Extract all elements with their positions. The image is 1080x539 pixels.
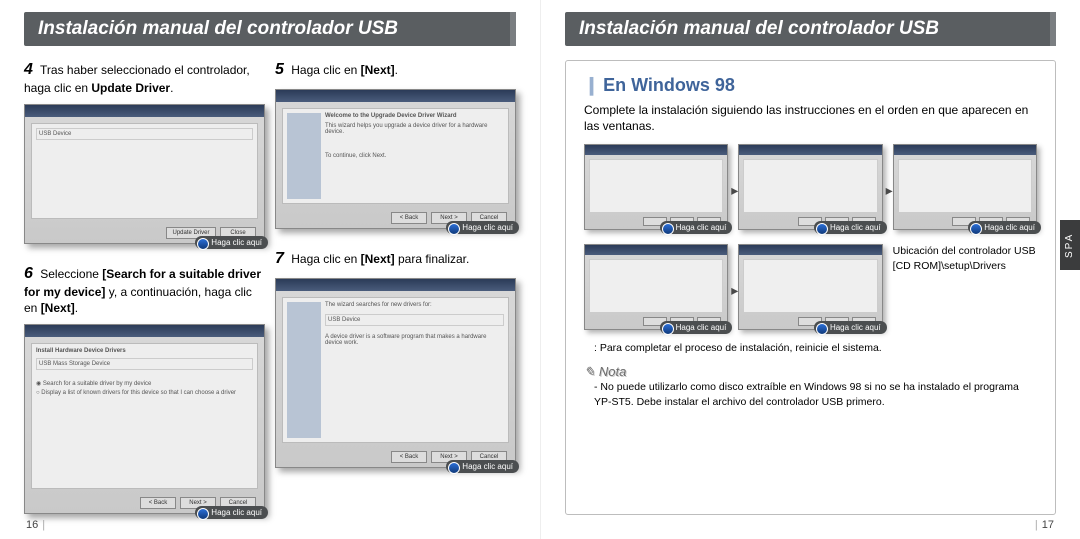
step-7-bold: [Next] [361,252,395,266]
mock6-title: Install Hardware Device Drivers [36,348,253,354]
step-5-text-c: . [395,63,398,77]
mock-window-6: Install Hardware Device Drivers USB Mass… [24,324,265,514]
mock6-titlebar [25,325,264,337]
left-title: Instalación manual del controlador USB [38,18,398,39]
left-columns: 4 Tras haber seleccionado el controlador… [24,60,516,534]
mock-window-4: USB Device Update Driver Close Haga clic… [24,104,265,244]
heading-text: En Windows 98 [603,75,735,95]
thumb-4 [584,244,728,330]
mock4-caption: Haga clic aquí [195,236,268,249]
pencil-icon: ✎ [584,364,595,379]
titlebar-cap-r [1050,12,1056,46]
mock5-title: Welcome to the Upgrade Device Driver Wiz… [325,113,504,119]
thumb-5 [738,244,882,330]
step-4-bold: Update Driver [91,81,170,95]
thumb-3 [893,144,1037,230]
step-5-num: 5 [275,61,284,78]
mock-window-5: Welcome to the Upgrade Device Driver Wiz… [275,89,516,229]
thumb-1-wrap: Haga clic aquí ▸ [584,144,728,230]
mock5-back-btn: < Back [391,212,427,224]
thumb-1-caption: Haga clic aquí [660,221,733,234]
thumb-2-caption: Haga clic aquí [814,221,887,234]
page-number-17: 17 [1042,519,1054,531]
step-7: 7 Haga clic en [Next] para finalizar. [275,249,516,270]
section-heading: ❙En Windows 98 [584,75,1037,96]
mock7-device: USB Device [325,314,504,326]
step-5: 5 Haga clic en [Next]. [275,60,516,81]
step-7-text-a: Haga clic en [291,252,360,266]
mock6-back-btn: < Back [140,497,176,509]
step-5-bold: [Next] [361,63,395,77]
step-7-num: 7 [275,250,284,267]
mock7-titlebar [276,279,515,291]
thumb-4-caption: Haga clic aquí [660,321,733,334]
page-left: Instalación manual del controlador USB 4… [0,0,540,539]
page-number-right: |17 [1031,519,1054,531]
intro-text: Complete la instalación siguiendo las in… [584,102,1037,134]
nota-label: ✎ Nota [584,364,1037,380]
step-6: 6 Seleccione [Search for a suitable driv… [24,264,265,316]
mock5-inner: Welcome to the Upgrade Device Driver Wiz… [282,108,509,204]
page-right: Instalación manual del controlador USB ❙… [540,0,1080,539]
mock7-inner: The wizard searches for new drivers for:… [282,297,509,443]
loc-line1: Ubicación del controlador USB [893,244,1037,258]
step-6-bold2: [Next] [41,301,75,315]
right-title: Instalación manual del controlador USB [579,18,939,39]
thumb-2 [738,144,882,230]
mock7-caption: Haga clic aquí [446,460,519,473]
loc-line2: [CD ROM]\setup\Drivers [893,259,1037,273]
mock6-caption: Haga clic aquí [195,506,268,519]
thumb-5-caption: Haga clic aquí [814,321,887,334]
mock5-line1: This wizard helps you upgrade a device d… [325,123,504,135]
nota-text: - No puede utilizarlo como disco extraíb… [594,380,1037,408]
mock5-caption: Haga clic aquí [446,221,519,234]
nota-label-text: Nota [599,364,626,379]
footnote: : Para completar el proceso de instalaci… [594,342,1037,354]
titlebar-cap [510,12,516,46]
mock7-back-btn: < Back [391,451,427,463]
left-col-b: 5 Haga clic en [Next]. Welcome to the Up… [275,60,516,534]
mock4-inner: USB Device [31,123,258,219]
mock6-device: USB Mass Storage Device [36,358,253,370]
language-tab: SPA [1060,220,1080,270]
step-4-num: 4 [24,61,33,78]
step-7-text-c: para finalizar. [395,252,470,266]
driver-location-cell: Ubicación del controlador USB [CD ROM]\s… [893,244,1037,272]
arrow-icon-2: ▸ [886,182,893,199]
thumb-3-wrap: Haga clic aquí [893,144,1037,230]
step-4-text-c: . [170,81,173,95]
page-number-left: 16| [26,519,49,531]
thumbnail-grid: Haga clic aquí ▸ Haga clic aquí ▸ [584,144,1037,330]
thumb-4-wrap: Haga clic aquí ▸ [584,244,728,330]
arrow-icon-1: ▸ [731,182,738,199]
thumb-3-caption: Haga clic aquí [968,221,1041,234]
right-panel: ❙En Windows 98 Complete la instalación s… [565,60,1056,515]
step-6-text-a: Seleccione [40,267,102,281]
document-spread: Instalación manual del controlador USB 4… [0,0,1080,539]
mock5-titlebar [276,90,515,102]
thumb-5-wrap: Haga clic aquí [738,244,882,330]
thumb-1 [584,144,728,230]
left-col-a: 4 Tras haber seleccionado el controlador… [24,60,265,534]
arrow-icon-3: ▸ [731,282,738,299]
mock5-line2: To continue, click Next. [325,153,504,159]
page-number-16: 16 [26,519,38,531]
heading-bar: ❙ [584,75,599,95]
mock-window-7: The wizard searches for new drivers for:… [275,278,516,468]
right-titlebar: Instalación manual del controlador USB [565,12,1056,46]
left-titlebar: Instalación manual del controlador USB [24,12,516,46]
step-6-num: 6 [24,265,33,282]
step-4: 4 Tras haber seleccionado el controlador… [24,60,265,96]
mock4-titlebar [25,105,264,117]
thumb-2-wrap: Haga clic aquí ▸ [738,144,882,230]
step-6-text-e: . [75,301,78,315]
step-5-text-a: Haga clic en [291,63,360,77]
mock4-device: USB Device [36,128,253,140]
mock6-inner: Install Hardware Device Drivers USB Mass… [31,343,258,489]
